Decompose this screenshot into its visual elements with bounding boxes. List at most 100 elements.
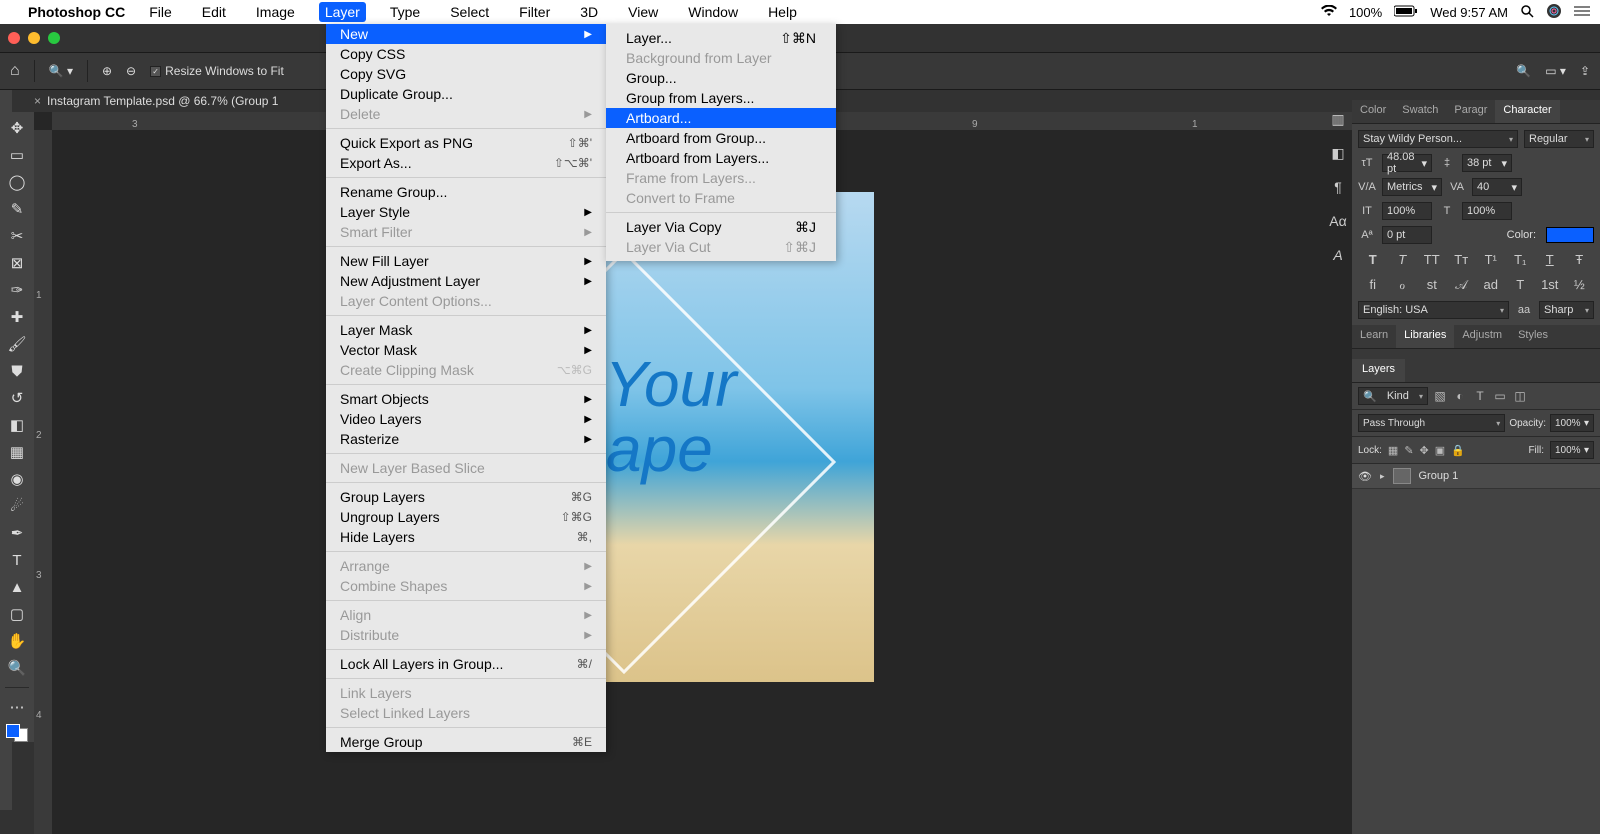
tab-styles[interactable]: Styles: [1510, 325, 1556, 348]
document-layout-icon[interactable]: ▭ ▾: [1545, 64, 1566, 78]
crop-tool-icon[interactable]: ✂: [5, 226, 29, 246]
italic-icon[interactable]: T: [1393, 252, 1411, 267]
lock-all-icon[interactable]: 🔒: [1451, 444, 1465, 457]
hand-tool-icon[interactable]: ✋: [5, 631, 29, 651]
font-style-select[interactable]: Regular▾: [1524, 130, 1594, 148]
text-color-swatch[interactable]: [1546, 227, 1594, 243]
menu-item[interactable]: Rename Group...: [326, 182, 606, 202]
menu-item[interactable]: Ungroup Layers⇧⌘G: [326, 507, 606, 527]
pen-tool-icon[interactable]: ✒: [5, 523, 29, 543]
fill-input[interactable]: 100%▾: [1550, 441, 1594, 459]
menu-item[interactable]: Layer Mask▶: [326, 320, 606, 340]
menu-item[interactable]: Duplicate Group...: [326, 84, 606, 104]
stylistic-icon[interactable]: T: [1511, 277, 1529, 293]
bold-icon[interactable]: T: [1364, 252, 1382, 267]
character-panel-icon[interactable]: A: [1327, 244, 1349, 266]
wifi-icon[interactable]: [1321, 5, 1337, 20]
gradient-tool-icon[interactable]: ▦: [5, 442, 29, 462]
menu-item[interactable]: Quick Export as PNG⇧⌘': [326, 133, 606, 153]
filter-pixel-icon[interactable]: ▧: [1432, 389, 1448, 403]
subscript-icon[interactable]: T₁: [1511, 252, 1529, 267]
contextual-icon[interactable]: ℴ: [1393, 277, 1411, 293]
close-tab-icon[interactable]: ×: [34, 94, 41, 108]
lock-paint-icon[interactable]: ✎: [1404, 444, 1413, 457]
menu-filter[interactable]: Filter: [513, 2, 556, 22]
menu-item[interactable]: Copy CSS: [326, 44, 606, 64]
menu-item[interactable]: Lock All Layers in Group...⌘/: [326, 654, 606, 674]
blend-mode-select[interactable]: Pass Through▾: [1358, 414, 1505, 432]
expand-icon[interactable]: ▸: [1380, 471, 1385, 482]
layer-row-group1[interactable]: 👁 ▸ Group 1: [1352, 464, 1600, 489]
history-panel-icon[interactable]: ▥: [1327, 108, 1349, 130]
font-family-select[interactable]: Stay Wildy Person...▾: [1358, 130, 1518, 148]
filter-adjust-icon[interactable]: ◐: [1452, 389, 1468, 403]
filter-type-icon[interactable]: T: [1472, 389, 1488, 403]
spotlight-icon[interactable]: [1520, 4, 1534, 21]
menu-select[interactable]: Select: [444, 2, 495, 22]
zoom-tool-icon[interactable]: 🔍 ▾: [49, 64, 73, 78]
antialiasing-select[interactable]: Sharp▾: [1539, 301, 1594, 319]
resize-windows-checkbox[interactable]: ✓Resize Windows to Fit: [150, 64, 284, 78]
menu-window[interactable]: Window: [682, 2, 744, 22]
home-icon[interactable]: ⌂: [10, 62, 20, 80]
opacity-input[interactable]: 100%▾: [1550, 414, 1594, 432]
tab-layers[interactable]: Layers: [1352, 359, 1405, 382]
halves-icon[interactable]: ½: [1570, 277, 1588, 293]
menu-edit[interactable]: Edit: [196, 2, 232, 22]
menu-item[interactable]: Vector Mask▶: [326, 340, 606, 360]
menu-file[interactable]: File: [143, 2, 178, 22]
baseline-input[interactable]: 0 pt: [1382, 226, 1432, 244]
move-tool-icon[interactable]: ✥: [5, 118, 29, 138]
lasso-tool-icon[interactable]: ◯: [5, 172, 29, 192]
language-select[interactable]: English: USA▾: [1358, 301, 1509, 319]
swash-icon[interactable]: st: [1423, 277, 1441, 293]
control-center-icon[interactable]: [1574, 5, 1590, 20]
zoom-tool-icon[interactable]: 🔍: [5, 658, 29, 678]
menu-item[interactable]: Layer Style▶: [326, 202, 606, 222]
menu-view[interactable]: View: [622, 2, 664, 22]
menu-layer[interactable]: Layer: [319, 2, 366, 22]
tab-color[interactable]: Color: [1352, 100, 1394, 123]
battery-icon[interactable]: [1394, 5, 1418, 20]
menu-item[interactable]: New Fill Layer▶: [326, 251, 606, 271]
vscale-input[interactable]: 100%: [1382, 202, 1432, 220]
lock-trans-icon[interactable]: ▦: [1388, 444, 1398, 457]
tracking-input[interactable]: 40▾: [1472, 178, 1522, 196]
menu-item[interactable]: Smart Objects▶: [326, 389, 606, 409]
menu-item[interactable]: Group Layers⌘G: [326, 487, 606, 507]
lock-artboard-icon[interactable]: ▣: [1435, 444, 1445, 457]
color-swatches[interactable]: [6, 724, 28, 742]
submenu-item[interactable]: Group from Layers...: [606, 88, 836, 108]
glyphs-panel-icon[interactable]: Aα: [1327, 210, 1349, 232]
submenu-item[interactable]: Layer Via Copy⌘J: [606, 217, 836, 237]
menu-image[interactable]: Image: [250, 2, 301, 22]
smallcaps-icon[interactable]: Tᴛ: [1452, 252, 1470, 267]
menu-item[interactable]: Copy SVG: [326, 64, 606, 84]
tab-paragraph[interactable]: Paragr: [1446, 100, 1495, 123]
menu-type[interactable]: Type: [384, 2, 426, 22]
brush-tool-icon[interactable]: 🖌: [5, 334, 29, 354]
tab-libraries[interactable]: Libraries: [1396, 325, 1454, 348]
underline-icon[interactable]: T: [1541, 252, 1559, 267]
allcaps-icon[interactable]: TT: [1423, 252, 1441, 267]
document-tab[interactable]: × Instagram Template.psd @ 66.7% (Group …: [34, 90, 278, 112]
marquee-tool-icon[interactable]: ▭: [5, 145, 29, 165]
menu-item[interactable]: Export As...⇧⌥⌘': [326, 153, 606, 173]
menu-3d[interactable]: 3D: [574, 2, 604, 22]
quick-select-tool-icon[interactable]: ✎: [5, 199, 29, 219]
stamp-tool-icon[interactable]: ⛊: [5, 361, 29, 381]
eraser-tool-icon[interactable]: ◧: [5, 415, 29, 435]
dodge-tool-icon[interactable]: ☄: [5, 496, 29, 516]
search-icon[interactable]: 🔍: [1516, 64, 1531, 78]
menu-item[interactable]: Rasterize▶: [326, 429, 606, 449]
eyedropper-tool-icon[interactable]: ✑: [5, 280, 29, 300]
menu-item[interactable]: New Adjustment Layer▶: [326, 271, 606, 291]
minimize-window-button[interactable]: [28, 32, 40, 44]
maximize-window-button[interactable]: [48, 32, 60, 44]
tab-swatches[interactable]: Swatch: [1394, 100, 1446, 123]
menu-item[interactable]: Video Layers▶: [326, 409, 606, 429]
ordinals-icon[interactable]: ad: [1482, 277, 1500, 293]
blur-tool-icon[interactable]: ◉: [5, 469, 29, 489]
fractions-icon[interactable]: 1st: [1541, 277, 1559, 293]
visibility-icon[interactable]: 👁: [1358, 470, 1372, 483]
